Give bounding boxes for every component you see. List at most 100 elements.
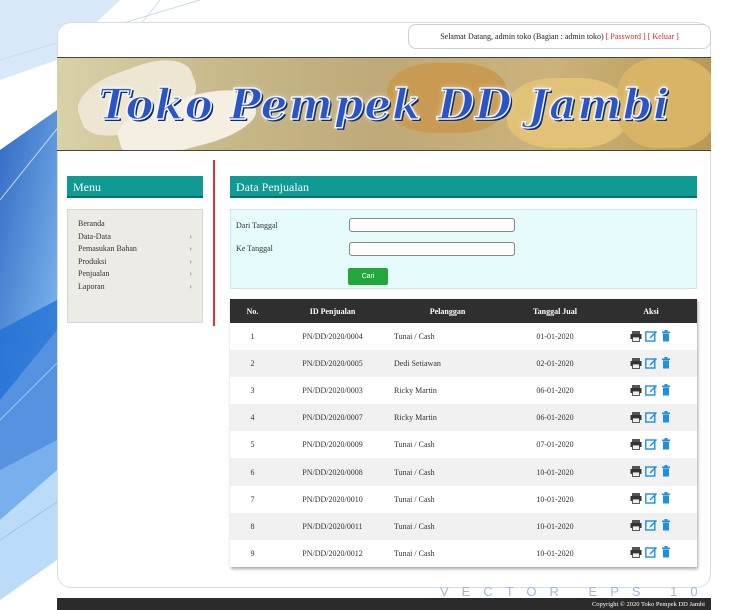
cell-actions bbox=[605, 512, 697, 540]
cell-no: 2 bbox=[230, 350, 275, 378]
cell-pelanggan: Dedi Setiawan bbox=[390, 350, 505, 378]
cell-pelanggan: Tunai / Cash bbox=[390, 512, 505, 540]
delete-icon[interactable] bbox=[660, 546, 672, 560]
edit-icon[interactable] bbox=[645, 546, 657, 560]
edit-icon[interactable] bbox=[645, 357, 657, 371]
to-date-input[interactable] bbox=[349, 242, 515, 256]
copyright-text: Copyright © 2020 Toko Pempek DD Jambi bbox=[591, 601, 705, 608]
edit-icon[interactable] bbox=[645, 384, 657, 398]
from-date-input[interactable] bbox=[349, 218, 515, 232]
sidebar-item-produksi[interactable]: Produksi › bbox=[78, 256, 192, 269]
delete-icon[interactable] bbox=[660, 329, 672, 344]
cell-actions bbox=[605, 431, 697, 459]
table-row: 5 PN/DD/2020/0009 Tunai / Cash 07-01-2020 bbox=[230, 431, 697, 459]
cell-no: 5 bbox=[230, 431, 275, 459]
to-date-label: Ke Tanggal bbox=[236, 244, 273, 253]
cell-id-penjualan: PN/DD/2020/0010 bbox=[275, 485, 390, 513]
print-icon[interactable] bbox=[630, 411, 642, 425]
sidebar-item-label: Penjualan bbox=[78, 269, 110, 278]
sidebar-item-label: Data-Data bbox=[78, 231, 111, 241]
cell-no: 8 bbox=[230, 512, 275, 540]
table-row: 6 PN/DD/2020/0008 Tunai / Cash 10-01-2020 bbox=[230, 458, 697, 486]
table-body: 1 PN/DD/2020/0004 Tunai / Cash 01-01-2020 2 P… bbox=[230, 323, 697, 567]
print-icon[interactable] bbox=[630, 330, 642, 344]
print-icon[interactable] bbox=[630, 384, 642, 398]
print-icon[interactable] bbox=[630, 519, 642, 533]
print-icon[interactable] bbox=[630, 546, 642, 560]
cell-id-penjualan: PN/DD/2020/0008 bbox=[275, 458, 390, 486]
table-header-row: No. ID Penjualan Pelanggan Tanggal Jual … bbox=[230, 299, 697, 323]
footer: Copyright © 2020 Toko Pempek DD Jambi bbox=[57, 598, 711, 610]
sidebar-title: Menu bbox=[67, 176, 203, 198]
banner-title: Toko Pempek DD Jambi bbox=[97, 79, 670, 130]
cell-id-penjualan: PN/DD/2020/0003 bbox=[275, 377, 390, 405]
cell-pelanggan: Tunai / Cash bbox=[390, 539, 505, 567]
search-button[interactable]: Cari bbox=[348, 268, 388, 285]
sidebar-item-data-data[interactable]: Data-Data › bbox=[78, 231, 192, 244]
delete-icon[interactable] bbox=[660, 465, 672, 479]
print-icon[interactable] bbox=[630, 438, 642, 452]
cell-id-penjualan: PN/DD/2020/0005 bbox=[275, 350, 390, 378]
column-header-customer: Pelanggan bbox=[390, 299, 505, 323]
sidebar-item-laporan[interactable]: Laporan › bbox=[78, 281, 192, 294]
sidebar-item-penjualan[interactable]: Penjualan › bbox=[78, 268, 192, 281]
edit-icon[interactable] bbox=[645, 411, 657, 425]
cell-no: 9 bbox=[230, 539, 275, 567]
column-header-date: Tanggal Jual bbox=[505, 299, 605, 323]
print-icon[interactable] bbox=[630, 492, 642, 506]
cell-tanggal-jual: 02-01-2020 bbox=[505, 350, 605, 378]
cell-tanggal-jual: 07-01-2020 bbox=[505, 431, 605, 459]
cell-id-penjualan: PN/DD/2020/0007 bbox=[275, 404, 390, 432]
password-link[interactable]: [ Password ] bbox=[606, 32, 646, 41]
table-row: 3 PN/DD/2020/0003 Ricky Martin 06-01-2020 bbox=[230, 377, 697, 405]
logout-link[interactable]: [ Keluar ] bbox=[648, 32, 679, 41]
column-header-actions: Aksi bbox=[605, 299, 697, 323]
sidebar-item-pemasukan-bahan[interactable]: Pemasukan Bahan › bbox=[78, 243, 192, 256]
sidebar-item-beranda[interactable]: Beranda bbox=[78, 218, 192, 231]
delete-icon[interactable] bbox=[660, 356, 672, 371]
delete-icon[interactable] bbox=[660, 410, 672, 425]
table-row: 4 PN/DD/2020/0007 Ricky Martin 06-01-2020 bbox=[230, 404, 697, 432]
cell-tanggal-jual: 10-01-2020 bbox=[505, 458, 605, 486]
sidebar-item-label: Laporan bbox=[78, 281, 105, 291]
cell-tanggal-jual: 06-01-2020 bbox=[505, 377, 605, 405]
column-header-id: ID Penjualan bbox=[275, 299, 390, 323]
cell-actions bbox=[605, 539, 697, 567]
chevron-right-icon: › bbox=[189, 281, 192, 291]
cell-pelanggan: Ricky Martin bbox=[390, 377, 505, 405]
delete-icon[interactable] bbox=[660, 383, 672, 398]
edit-icon[interactable] bbox=[645, 438, 657, 452]
edit-icon[interactable] bbox=[645, 330, 657, 344]
print-icon[interactable] bbox=[630, 357, 642, 371]
edit-icon[interactable] bbox=[645, 465, 657, 479]
cell-actions bbox=[605, 377, 697, 405]
page-title: Data Penjualan bbox=[230, 176, 697, 198]
chevron-right-icon: › bbox=[189, 231, 192, 241]
cell-id-penjualan: PN/DD/2020/0012 bbox=[275, 539, 390, 567]
cell-tanggal-jual: 10-01-2020 bbox=[505, 539, 605, 567]
cell-tanggal-jual: 01-01-2020 bbox=[505, 323, 605, 351]
watermark-text: VECTOR EPS 10 bbox=[440, 584, 711, 599]
delete-icon[interactable] bbox=[660, 492, 672, 506]
cell-no: 6 bbox=[230, 458, 275, 486]
table-row: 7 PN/DD/2020/0010 Tunai / Cash 10-01-2020 bbox=[230, 485, 697, 513]
print-icon[interactable] bbox=[630, 465, 642, 479]
table-row: 2 PN/DD/2020/0005 Dedi Setiawan 02-01-2020 bbox=[230, 350, 697, 378]
edit-icon[interactable] bbox=[645, 519, 657, 533]
cell-no: 7 bbox=[230, 485, 275, 513]
chevron-right-icon: › bbox=[189, 256, 192, 266]
vertical-divider bbox=[213, 160, 215, 326]
cell-actions bbox=[605, 350, 697, 378]
date-filter-form: Dari Tanggal Ke Tanggal Cari bbox=[230, 209, 697, 289]
sidebar-menu: Beranda Data-Data › Pemasukan Bahan › Pr… bbox=[67, 209, 203, 323]
chevron-right-icon: › bbox=[189, 244, 192, 253]
table-row: 9 PN/DD/2020/0012 Tunai / Cash 10-01-2020 bbox=[230, 539, 697, 567]
cell-id-penjualan: PN/DD/2020/0009 bbox=[275, 431, 390, 459]
delete-icon[interactable] bbox=[660, 437, 672, 452]
chevron-right-icon: › bbox=[189, 269, 192, 278]
column-header-no: No. bbox=[230, 299, 275, 323]
cell-id-penjualan: PN/DD/2020/0004 bbox=[275, 323, 390, 351]
delete-icon[interactable] bbox=[660, 519, 672, 533]
edit-icon[interactable] bbox=[645, 492, 657, 506]
cell-pelanggan: Tunai / Cash bbox=[390, 323, 505, 351]
